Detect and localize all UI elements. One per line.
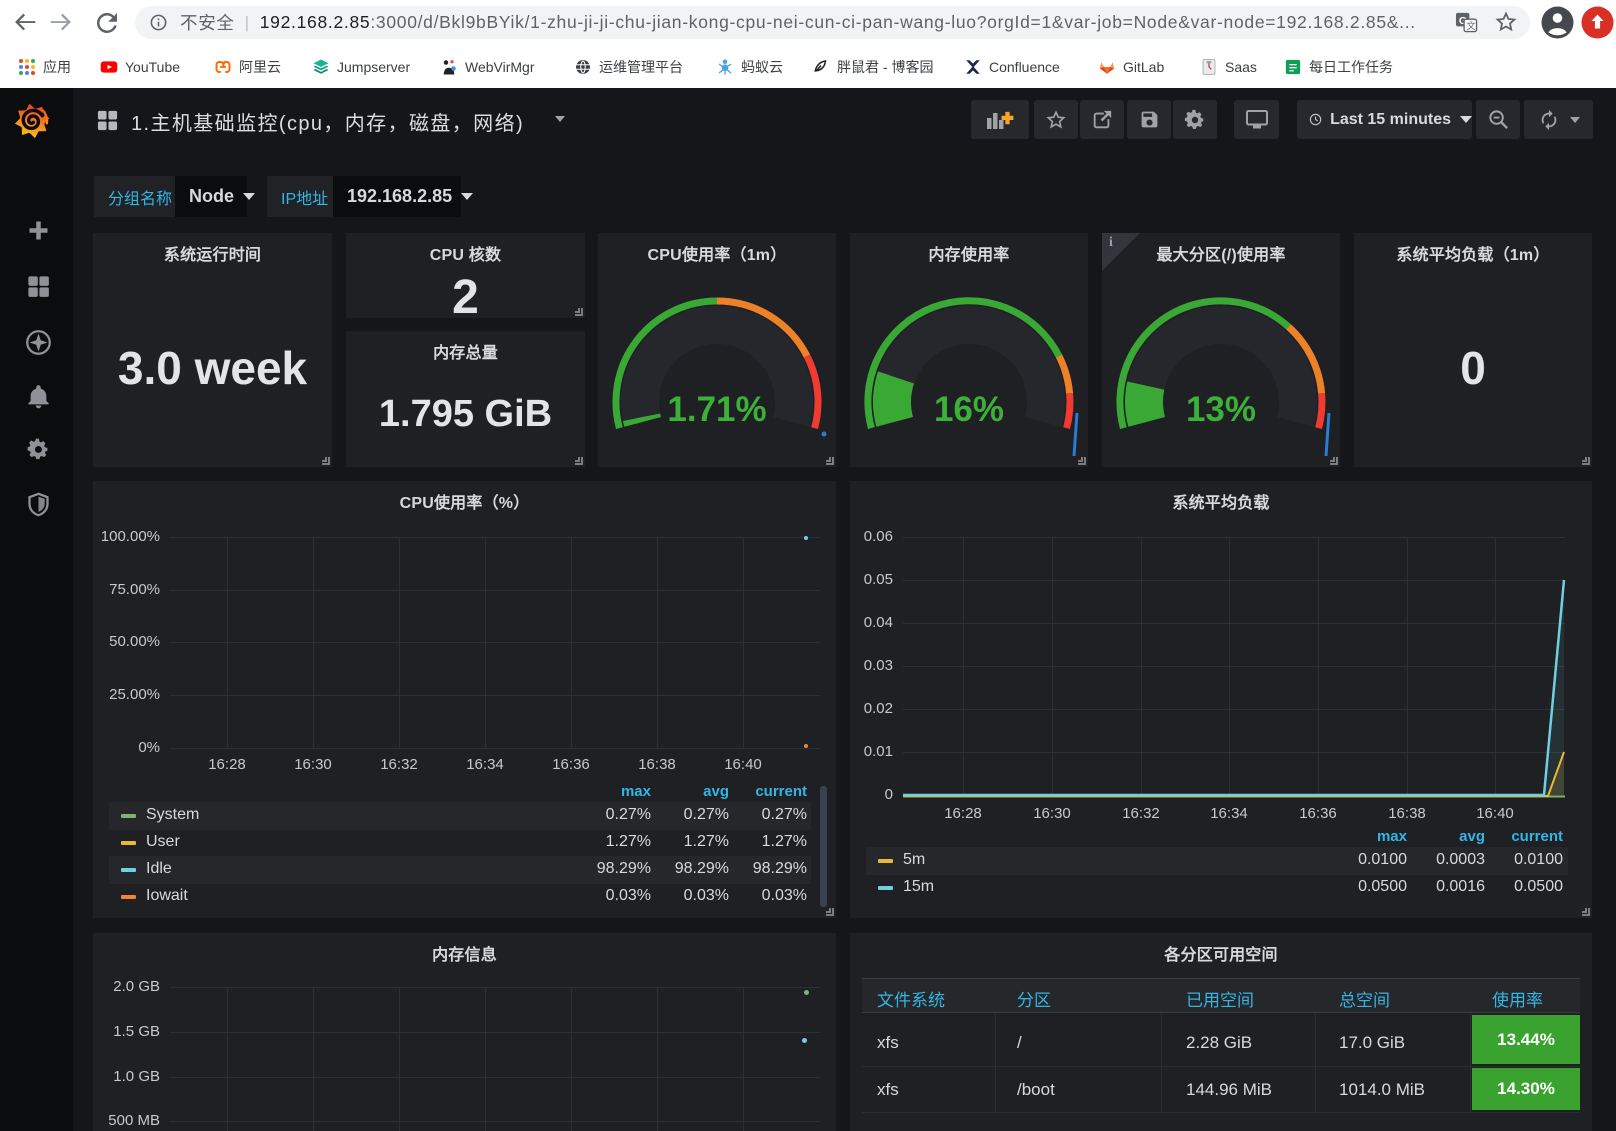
svg-text:文: 文 <box>1467 20 1476 31</box>
svg-text:1.71%: 1.71% <box>667 390 766 429</box>
svg-text:13%: 13% <box>1186 390 1256 429</box>
svg-text:16%: 16% <box>934 390 1004 429</box>
